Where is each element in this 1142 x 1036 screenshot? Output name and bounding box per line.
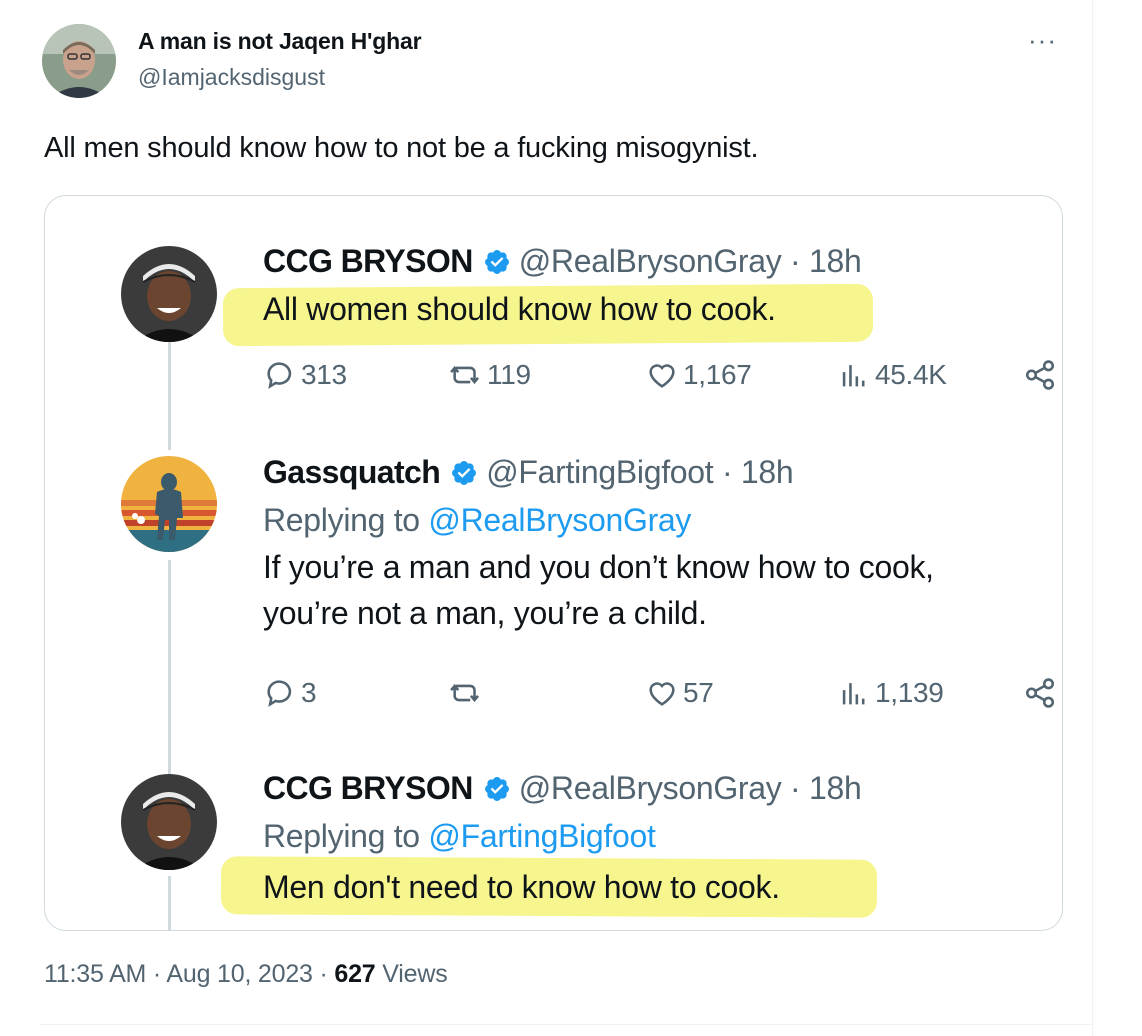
timestamp[interactable]: 11:35 AM · Aug 10, 2023 <box>44 960 313 988</box>
like-stat: 1,167 <box>645 358 752 392</box>
quoted-actions: 313 119 1,167 45.4K <box>263 358 1062 398</box>
share-icon <box>1025 678 1055 708</box>
like-icon <box>649 364 675 388</box>
quoted-thread: CCG BRYSON @RealBrysonGray · 18h All wom… <box>63 206 1055 930</box>
reply-count: 313 <box>301 359 347 390</box>
quoted-author-name: CCG BRYSON <box>263 770 473 806</box>
quoted-author-row: CCG BRYSON @RealBrysonGray · 18h <box>263 770 862 807</box>
retweet-icon <box>450 365 480 385</box>
reply-icon <box>267 680 292 707</box>
quoted-meta: @RealBrysonGray · 18h <box>518 770 862 806</box>
quoted-avatar-ccg-bryson <box>121 246 217 342</box>
replying-label: Replying to <box>263 818 429 854</box>
views-icon <box>842 365 865 387</box>
quoted-meta: @RealBrysonGray · 18h <box>518 243 862 279</box>
quoted-author-row: Gassquatch @FartingBigfoot · 18h <box>263 454 794 491</box>
quoted-author-row: CCG BRYSON @RealBrysonGray · 18h <box>263 243 862 280</box>
quoted-actions: 3 57 1,139 <box>263 676 1062 716</box>
verified-badge-icon <box>484 249 509 274</box>
quoted-meta: @FartingBigfoot · 18h <box>486 454 794 490</box>
retweet-icon <box>450 683 480 703</box>
author-avatar[interactable] <box>42 24 116 98</box>
quoted-image-card[interactable]: CCG BRYSON @RealBrysonGray · 18h All wom… <box>44 195 1063 931</box>
column-divider <box>1092 0 1093 1036</box>
views-icon <box>842 683 865 705</box>
author-name[interactable]: A man is not Jaqen H'ghar <box>138 28 422 55</box>
thread-connector <box>168 342 171 450</box>
quoted-text-line: you’re not a man, you’re a child. <box>263 595 707 631</box>
quoted-text-line: If you’re a man and you don’t know how t… <box>263 549 934 585</box>
divider <box>40 1024 1092 1025</box>
views-count: 45.4K <box>875 359 947 390</box>
share-stat <box>1023 676 1061 710</box>
thread-connector <box>168 876 171 930</box>
replying-to: Replying to @RealBrysonGray <box>263 502 691 539</box>
views-stat: 45.4K <box>837 358 947 392</box>
verified-badge-icon <box>452 460 477 485</box>
like-count: 1,167 <box>683 359 752 390</box>
like-icon <box>649 682 675 706</box>
retweet-count: 119 <box>487 359 531 390</box>
views-stat: 1,139 <box>837 676 944 710</box>
more-icon[interactable]: ··· <box>1028 27 1057 53</box>
verified-badge-icon <box>484 776 509 801</box>
views-total: 627 <box>334 960 376 988</box>
tweet-footer: 11:35 AM · Aug 10, 2023 · 627 Views <box>44 960 448 989</box>
quoted-author-name: CCG BRYSON <box>263 243 473 279</box>
quoted-avatar-gassquatch <box>121 456 217 552</box>
quoted-author-name: Gassquatch <box>263 454 441 490</box>
reply-stat: 3 <box>263 676 317 710</box>
replying-label: Replying to <box>263 502 429 538</box>
quoted-text: Men don't need to know how to cook. <box>263 869 780 905</box>
author-handle[interactable]: @Iamjacksdisgust <box>138 64 325 91</box>
reply-count: 3 <box>301 677 317 708</box>
quoted-text: All women should know how to cook. <box>263 291 776 327</box>
views-label: Views <box>375 960 448 988</box>
replying-handle: @FartingBigfoot <box>428 818 656 854</box>
share-icon <box>1025 360 1055 390</box>
retweet-stat <box>449 676 487 710</box>
replying-to: Replying to @FartingBigfoot <box>263 818 656 855</box>
quoted-avatar-ccg-bryson <box>121 774 217 870</box>
quoted-text: If you’re a man and you don’t know how t… <box>263 544 934 636</box>
share-stat <box>1023 358 1061 392</box>
reply-icon <box>267 362 292 389</box>
footer-separator: · <box>312 960 335 988</box>
views-count: 1,139 <box>875 677 944 708</box>
like-stat: 57 <box>645 676 714 710</box>
tweet-text: All men should know how to not be a fuck… <box>44 132 759 164</box>
thread-connector <box>168 560 171 776</box>
like-count: 57 <box>683 677 714 708</box>
tweet-view: A man is not Jaqen H'ghar @Iamjacksdisgu… <box>0 0 1142 1036</box>
reply-stat: 313 <box>263 358 347 392</box>
replying-handle: @RealBrysonGray <box>428 502 692 538</box>
retweet-stat: 119 <box>449 358 531 392</box>
